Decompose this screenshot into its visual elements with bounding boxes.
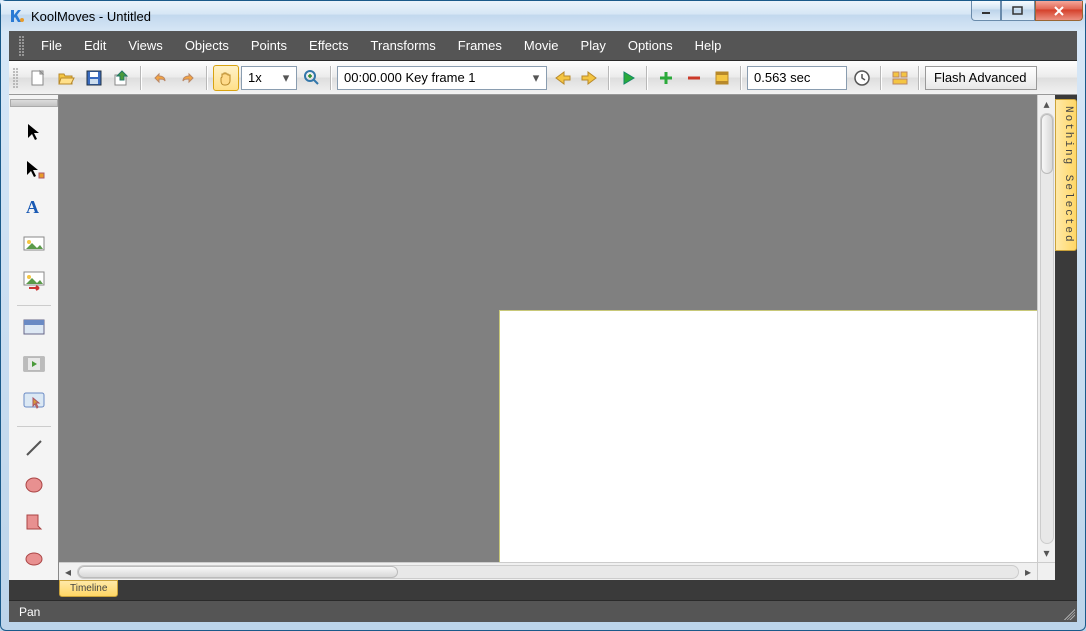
image-tool[interactable] — [17, 227, 51, 260]
separator-icon — [17, 305, 51, 306]
separator-icon — [140, 66, 142, 90]
side-panel: Nothing Selected — [1055, 95, 1077, 580]
menu-movie[interactable]: Movie — [514, 34, 569, 57]
add-frame-button[interactable] — [653, 65, 679, 91]
vertical-scrollbar[interactable]: ▴ ▾ — [1037, 95, 1055, 562]
horizontal-scrollbar[interactable]: ◂ ▸ — [59, 562, 1037, 580]
text-tool[interactable]: A — [17, 189, 51, 222]
frame-display: 00:00.000 Key frame 1 — [344, 70, 476, 85]
scroll-down-icon[interactable]: ▾ — [1038, 544, 1055, 562]
subselect-tool[interactable] — [17, 152, 51, 185]
menu-play[interactable]: Play — [571, 34, 616, 57]
layout-button[interactable] — [887, 65, 913, 91]
separator-icon — [918, 66, 920, 90]
prev-frame-button[interactable] — [549, 65, 575, 91]
zoom-fit-button[interactable] — [299, 65, 325, 91]
menu-help[interactable]: Help — [685, 34, 732, 57]
menu-objects[interactable]: Objects — [175, 34, 239, 57]
ellipse-tool[interactable] — [17, 468, 51, 501]
timeline-tab[interactable]: Timeline — [59, 580, 118, 597]
status-text: Pan — [19, 605, 40, 619]
titlebar: KoolMoves - Untitled — [1, 1, 1085, 31]
scroll-thumb[interactable] — [1041, 114, 1053, 174]
undo-button[interactable] — [147, 65, 173, 91]
remove-frame-button[interactable] — [681, 65, 707, 91]
open-button[interactable] — [53, 65, 79, 91]
separator-icon — [740, 66, 742, 90]
new-button[interactable] — [25, 65, 51, 91]
scroll-right-icon[interactable]: ▸ — [1019, 563, 1037, 580]
scroll-track[interactable] — [77, 565, 1019, 579]
scroll-thumb[interactable] — [78, 566, 398, 578]
stage[interactable] — [499, 310, 1055, 580]
scroll-left-icon[interactable]: ◂ — [59, 563, 77, 580]
mode-button[interactable]: Flash Advanced — [925, 66, 1037, 90]
window-buttons — [971, 1, 1083, 21]
export-button[interactable] — [109, 65, 135, 91]
zoom-combo[interactable]: 1x ▾ — [241, 66, 297, 90]
next-frame-button[interactable] — [577, 65, 603, 91]
ellipse-primitive-tool[interactable] — [17, 543, 51, 576]
clock-button[interactable] — [849, 65, 875, 91]
play-button[interactable] — [615, 65, 641, 91]
canvas-area: ◂ ▸ ▴ ▾ Nothing Selected — [59, 95, 1077, 580]
menu-frames[interactable]: Frames — [448, 34, 512, 57]
button-tool[interactable] — [17, 385, 51, 418]
separator-icon — [880, 66, 882, 90]
menu-options[interactable]: Options — [618, 34, 683, 57]
selection-tab[interactable]: Nothing Selected — [1055, 99, 1077, 251]
frame-properties-button[interactable] — [709, 65, 735, 91]
movieclip-tool[interactable] — [17, 347, 51, 380]
resize-grip[interactable] — [1061, 606, 1075, 620]
separator-icon — [17, 426, 51, 427]
scroll-corner — [1037, 562, 1055, 580]
menu-effects[interactable]: Effects — [299, 34, 359, 57]
bottom-tabs: Timeline — [9, 580, 1077, 600]
toolbar-grip[interactable] — [13, 68, 19, 88]
maximize-button[interactable] — [1001, 1, 1035, 21]
svg-text:A: A — [26, 197, 39, 216]
canvas-viewport[interactable]: ◂ ▸ ▴ ▾ — [59, 95, 1055, 580]
scroll-up-icon[interactable]: ▴ — [1038, 95, 1055, 113]
image-effect-tool[interactable] — [17, 264, 51, 297]
shape-tool[interactable] — [17, 506, 51, 539]
zoom-value: 1x — [248, 70, 262, 85]
menu-points[interactable]: Points — [241, 34, 297, 57]
frame-combo[interactable]: 00:00.000 Key frame 1 ▾ — [337, 66, 547, 90]
chevron-down-icon: ▾ — [278, 70, 294, 86]
pan-button[interactable] — [213, 65, 239, 91]
menubar-grip[interactable] — [19, 36, 25, 56]
scroll-track[interactable] — [1040, 113, 1054, 544]
tool-palette: A — [9, 95, 59, 580]
minimize-button[interactable] — [971, 1, 1001, 21]
duration-value: 0.563 sec — [754, 70, 810, 85]
mode-label: Flash Advanced — [934, 70, 1027, 85]
statusbar: Pan — [9, 600, 1077, 622]
menu-views[interactable]: Views — [118, 34, 172, 57]
menu-file[interactable]: File — [31, 34, 72, 57]
save-button[interactable] — [81, 65, 107, 91]
menubar: File Edit Views Objects Points Effects T… — [9, 31, 1077, 61]
duration-input[interactable]: 0.563 sec — [747, 66, 847, 90]
palette-handle[interactable] — [10, 99, 58, 107]
app-icon — [9, 8, 25, 24]
component-tool[interactable] — [17, 310, 51, 343]
toolbar: 1x ▾ 00:00.000 Key frame 1 ▾ 0.563 sec F… — [9, 61, 1077, 95]
separator-icon — [330, 66, 332, 90]
menu-edit[interactable]: Edit — [74, 34, 116, 57]
window-title: KoolMoves - Untitled — [31, 9, 1081, 24]
line-tool[interactable] — [17, 431, 51, 464]
chevron-down-icon: ▾ — [528, 70, 544, 86]
separator-icon — [206, 66, 208, 90]
select-tool[interactable] — [17, 115, 51, 148]
separator-icon — [646, 66, 648, 90]
redo-button[interactable] — [175, 65, 201, 91]
close-button[interactable] — [1035, 1, 1083, 21]
menu-transforms[interactable]: Transforms — [361, 34, 446, 57]
separator-icon — [608, 66, 610, 90]
